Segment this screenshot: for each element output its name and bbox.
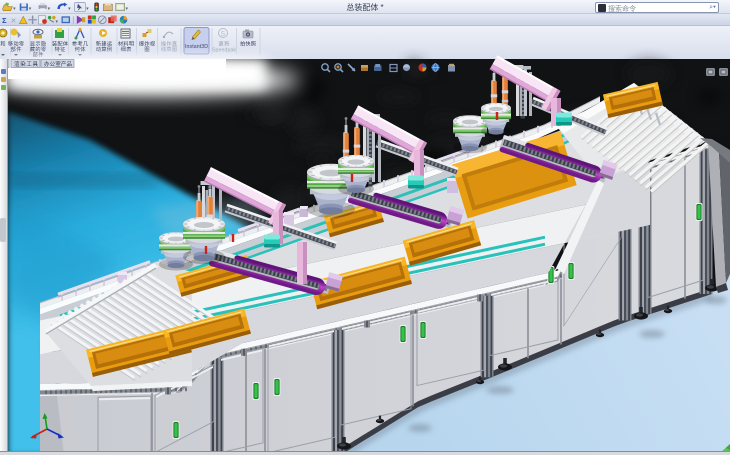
svg-text:▾: ▾: [126, 7, 129, 12]
svg-text:更新: 更新: [219, 40, 230, 48]
svg-text:Σ: Σ: [2, 16, 7, 25]
svg-text:部件: 部件: [33, 51, 44, 59]
svg-text:动算例: 动算例: [96, 45, 112, 53]
svg-text:特征: 特征: [55, 45, 66, 53]
svg-text:▾: ▾: [29, 7, 32, 12]
svg-text:渲染工具: 渲染工具: [14, 60, 38, 68]
svg-text:Instant3D: Instant3D: [185, 44, 208, 50]
svg-text:S: S: [221, 31, 226, 38]
svg-text:图: 图: [144, 46, 149, 53]
svg-text:Speedpak: Speedpak: [212, 48, 236, 54]
svg-text:办公室产品: 办公室产品: [44, 60, 72, 68]
svg-text:▾: ▾: [68, 7, 71, 12]
svg-text:▾: ▾: [56, 19, 59, 25]
svg-text:线草图: 线草图: [161, 45, 177, 53]
svg-text:何体: 何体: [75, 45, 87, 53]
svg-text:和: 和: [0, 40, 5, 48]
svg-text:部件: 部件: [11, 45, 22, 53]
svg-text:拍快照: 拍快照: [240, 40, 256, 48]
svg-text:细表: 细表: [121, 45, 133, 53]
svg-text:▾: ▾: [48, 7, 51, 12]
svg-text:▾: ▾: [86, 7, 89, 12]
svg-text:▾: ▾: [13, 7, 16, 12]
svg-text:✕: ✕: [10, 18, 16, 25]
